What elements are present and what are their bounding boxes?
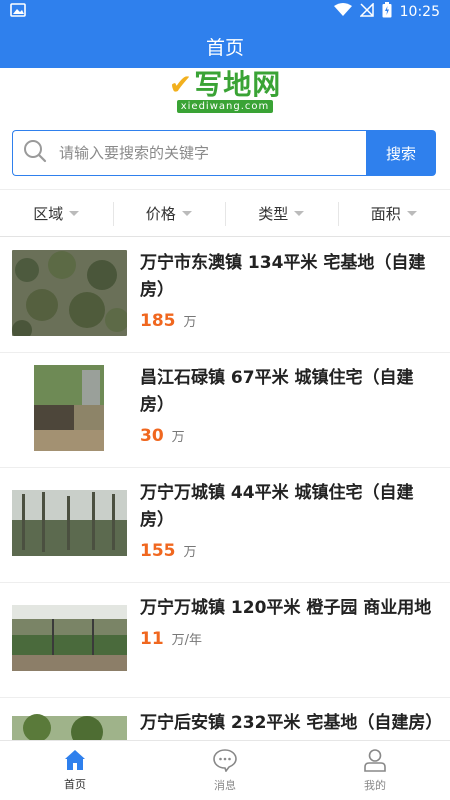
listing-photo bbox=[12, 250, 127, 336]
listing-photo bbox=[12, 710, 127, 740]
listing-photo bbox=[12, 595, 127, 681]
filter-label: 类型 bbox=[258, 204, 289, 223]
chat-icon bbox=[212, 748, 238, 777]
logo-text: ✔ 写地网 bbox=[169, 70, 281, 100]
listing-title: 万宁市东澳镇 134平米 宅基地（自建房） bbox=[140, 253, 426, 300]
logo-main-text: 写地网 bbox=[194, 68, 282, 101]
tab-home[interactable]: 首页 bbox=[0, 741, 150, 800]
listing-price: 30 bbox=[140, 426, 164, 446]
listing-title: 万宁万城镇 44平米 城镇住宅（自建房） bbox=[140, 483, 414, 530]
search-button[interactable]: 搜索 bbox=[366, 130, 436, 176]
status-indicators: 10:25 bbox=[333, 2, 440, 22]
filter-type[interactable]: 类型 bbox=[225, 190, 338, 236]
listing-unit: 万 bbox=[183, 315, 197, 330]
list-item[interactable]: 万宁万城镇 120平米 橙子园 商业用地 11 万/年 bbox=[0, 583, 450, 698]
filter-label: 区域 bbox=[33, 204, 64, 223]
battery-icon bbox=[382, 2, 392, 22]
status-time: 10:25 bbox=[399, 4, 440, 20]
filter-bar: 区域 价格 类型 面积 bbox=[0, 189, 450, 237]
listing-title: 万宁万城镇 120平米 橙子园 商业用地 bbox=[140, 598, 432, 618]
filter-area[interactable]: 区域 bbox=[0, 190, 113, 236]
listing-price: 185 bbox=[140, 311, 176, 331]
listing-list: 万宁市东澳镇 134平米 宅基地（自建房） 185 万 昌江石碌镇 67平米 城镇… bbox=[0, 238, 450, 740]
home-icon bbox=[63, 749, 87, 776]
image-icon bbox=[10, 2, 26, 22]
listing-photo bbox=[12, 365, 127, 451]
tab-label: 消息 bbox=[214, 779, 236, 792]
listing-price: 155 bbox=[140, 541, 176, 561]
status-bar: 10:25 bbox=[0, 0, 450, 24]
list-item[interactable]: 昌江石碌镇 67平米 城镇住宅（自建房） 30 万 bbox=[0, 353, 450, 468]
filter-size[interactable]: 面积 bbox=[337, 190, 450, 236]
tab-label: 首页 bbox=[64, 778, 86, 791]
caret-down-icon bbox=[406, 210, 417, 216]
page-title: 首页 bbox=[0, 24, 450, 68]
list-item[interactable]: 万宁万城镇 44平米 城镇住宅（自建房） 155 万 bbox=[0, 468, 450, 583]
listing-title: 万宁后安镇 232平米 宅基地（自建房） bbox=[140, 713, 443, 733]
caret-down-icon bbox=[69, 210, 80, 216]
filter-price[interactable]: 价格 bbox=[112, 190, 226, 236]
logo: ✔ 写地网 xiediwang.com bbox=[0, 70, 450, 116]
logo-subtext: xiediwang.com bbox=[176, 100, 274, 113]
listing-price: 11 bbox=[140, 629, 164, 649]
signal-icon bbox=[358, 2, 374, 21]
listing-unit: 万 bbox=[183, 545, 197, 560]
listing-photo bbox=[12, 480, 127, 566]
caret-down-icon bbox=[181, 210, 192, 216]
listing-unit: 万 bbox=[171, 430, 185, 445]
tab-bar: 首页 消息 我的 bbox=[0, 740, 450, 800]
search-icon bbox=[23, 139, 47, 167]
list-item[interactable]: 万宁市东澳镇 134平米 宅基地（自建房） 185 万 bbox=[0, 238, 450, 353]
tab-label: 我的 bbox=[364, 779, 386, 792]
wifi-icon bbox=[333, 3, 352, 21]
search-input[interactable] bbox=[59, 144, 339, 162]
listing-unit: 万/年 bbox=[171, 633, 203, 648]
filter-label: 价格 bbox=[145, 204, 176, 223]
user-icon bbox=[363, 748, 387, 777]
list-item[interactable]: 万宁后安镇 232平米 宅基地（自建房） bbox=[0, 698, 450, 740]
search-box[interactable] bbox=[12, 130, 366, 176]
caret-down-icon bbox=[294, 210, 305, 216]
tab-profile[interactable]: 我的 bbox=[300, 741, 450, 800]
listing-title: 昌江石碌镇 67平米 城镇住宅（自建房） bbox=[140, 368, 414, 415]
filter-label: 面积 bbox=[370, 204, 401, 223]
search-bar: 搜索 bbox=[12, 130, 436, 176]
logo-check-icon: ✔ bbox=[168, 68, 194, 101]
tab-messages[interactable]: 消息 bbox=[150, 741, 300, 800]
